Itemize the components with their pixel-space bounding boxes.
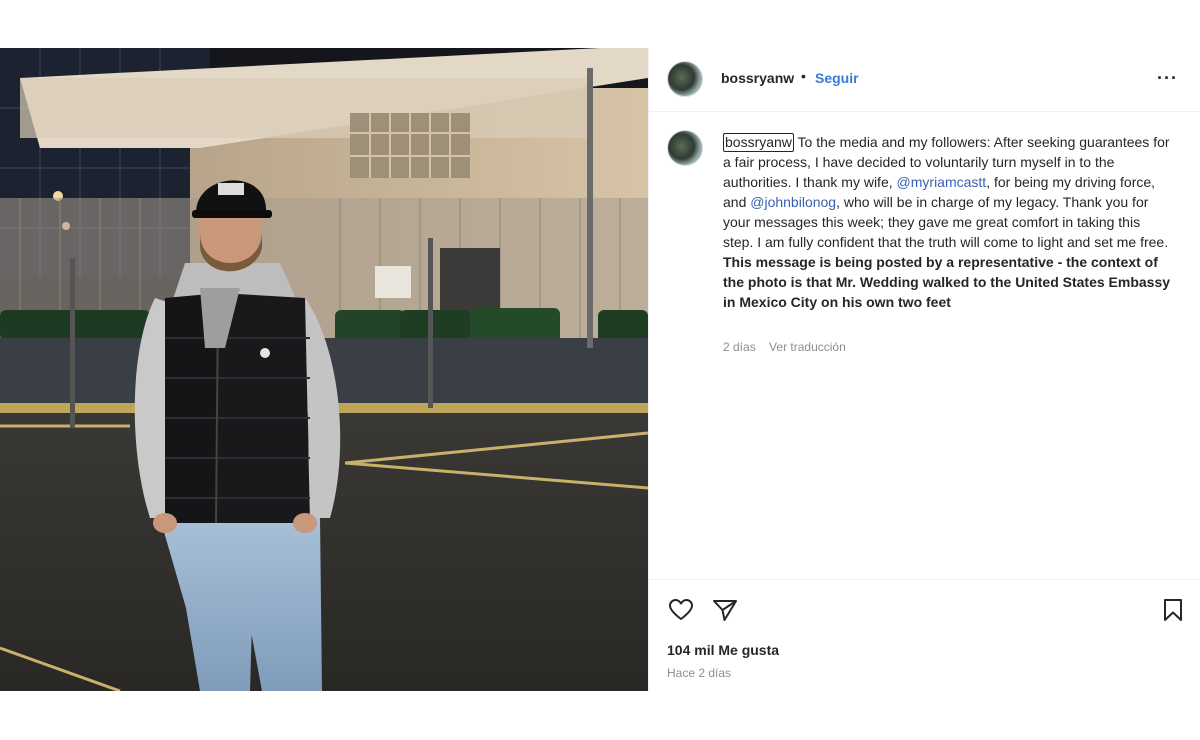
post-time: Hace 2 días [667, 666, 732, 680]
mention-link[interactable]: @myriamcastt [897, 174, 987, 190]
translate-link[interactable]: Ver traducción [769, 340, 846, 354]
avatar[interactable] [667, 61, 703, 97]
share-icon[interactable] [711, 596, 739, 624]
separator-dot: • [801, 68, 806, 84]
likes-count[interactable]: 104 mil Me gusta [667, 642, 779, 658]
caption-age: 2 días [723, 340, 756, 354]
caption-text: bossryanw To the media and my followers:… [723, 132, 1173, 312]
more-icon[interactable]: ··· [1157, 68, 1178, 89]
photo-scene [0, 48, 648, 691]
post-photo[interactable] [0, 48, 648, 691]
caption-meta: 2 días Ver traducción [723, 340, 846, 354]
follow-button[interactable]: Seguir [815, 70, 859, 86]
bookmark-icon[interactable] [1159, 596, 1187, 624]
caption-avatar[interactable] [667, 130, 703, 166]
post-details-panel: bossryanw • Seguir ··· bossryanw To the … [648, 48, 1200, 691]
username-link[interactable]: bossryanw [721, 70, 794, 86]
mention-link[interactable]: @johnbilonog [750, 194, 836, 210]
caption-bold-text: This message is being posted by a repres… [723, 254, 1171, 310]
post-header: bossryanw • Seguir ··· [649, 48, 1200, 112]
caption-area: bossryanw To the media and my followers:… [649, 112, 1200, 579]
heart-icon[interactable] [667, 596, 695, 624]
caption-username-link[interactable]: bossryanw [723, 133, 794, 152]
post-actions: 104 mil Me gusta Hace 2 días [649, 579, 1200, 691]
